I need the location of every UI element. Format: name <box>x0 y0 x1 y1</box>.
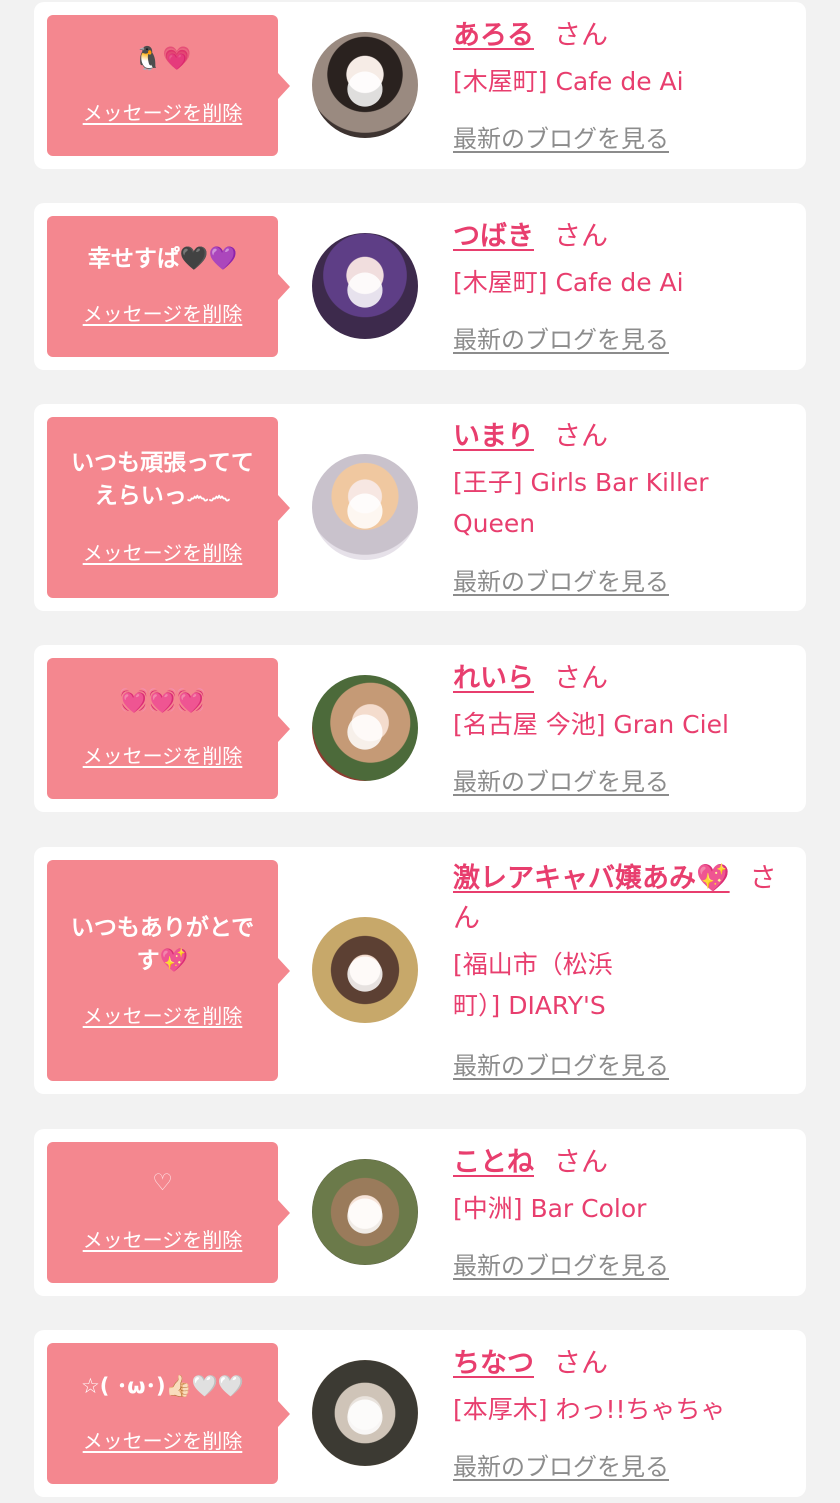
person-photo-icon: ● <box>344 1386 386 1440</box>
person-photo-icon: ● <box>344 259 386 313</box>
avatar[interactable]: ● <box>312 233 418 339</box>
shop-info: [名古屋 今池] Gran Ciel <box>453 710 729 739</box>
message-bubble: ♡ メッセージを削除 <box>47 1142 290 1283</box>
message-text: いつもありがとで す💖 <box>70 915 255 974</box>
shop-info: [木屋町] Cafe de Ai <box>453 268 684 297</box>
message-card: いつもありがとで す💖 メッセージを削除 ● 激レアキャバ嬢あみ💖 さん [福山市… <box>34 847 806 1094</box>
delete-message-link[interactable]: メッセージを削除 <box>47 97 278 126</box>
message-text: ♡ <box>152 1170 173 1196</box>
cast-info: れいら さん [名古屋 今池] Gran Ciel <box>453 659 789 745</box>
honorific: さん <box>554 663 608 694</box>
delete-message-link[interactable]: メッセージを削除 <box>47 537 278 566</box>
delete-message-link[interactable]: メッセージを削除 <box>47 1425 278 1454</box>
avatar[interactable]: ● <box>312 917 418 1023</box>
shop-info: [福山市（松浜 町）] DIARY'S <box>453 950 613 1020</box>
message-text: 💓💓💓 <box>119 688 206 714</box>
latest-blog-link[interactable]: 最新のブログを見る <box>453 762 669 797</box>
latest-blog-link[interactable]: 最新のブログを見る <box>453 119 669 154</box>
avatar[interactable]: ● <box>312 1159 418 1265</box>
message-text: いつも頑張ってて えらいっ෴෴ <box>71 450 254 509</box>
cast-info: ことね さん [中洲] Bar Color <box>453 1143 789 1229</box>
shop-info: [中洲] Bar Color <box>453 1194 647 1223</box>
name-line: ちなつ さん <box>453 1344 789 1384</box>
cast-name-link[interactable]: ことね <box>453 1147 534 1178</box>
avatar[interactable]: ● <box>312 454 418 560</box>
person-photo-icon: ● <box>344 58 386 112</box>
latest-blog-link[interactable]: 最新のブログを見る <box>453 1447 669 1482</box>
person-photo-icon: ● <box>344 480 386 534</box>
message-bubble: ☆( ･ω･)👍🏻🤍🤍 メッセージを削除 <box>47 1343 290 1484</box>
cast-name-link[interactable]: 激レアキャバ嬢あみ💖 <box>453 863 730 894</box>
honorific: さん <box>554 421 608 452</box>
delete-message-link[interactable]: メッセージを削除 <box>47 1224 278 1253</box>
avatar[interactable]: ● <box>312 1360 418 1466</box>
message-card: ♡ メッセージを削除 ● ことね さん [中洲] Bar Color 最新のブログ… <box>34 1129 806 1296</box>
message-bubble: いつもありがとで す💖 メッセージを削除 <box>47 860 290 1081</box>
honorific: さん <box>554 20 608 51</box>
message-card: 🐧💗 メッセージを削除 ● あろる さん [木屋町] Cafe de Ai 最新の… <box>34 2 806 169</box>
latest-blog-link[interactable]: 最新のブログを見る <box>453 320 669 355</box>
cast-name-link[interactable]: いまり <box>453 421 534 452</box>
message-text: ☆( ･ω･)👍🏻🤍🤍 <box>80 1374 245 1398</box>
cast-info: つばき さん [木屋町] Cafe de Ai <box>453 217 789 303</box>
cast-name-link[interactable]: つばき <box>453 221 534 252</box>
avatar[interactable]: ● <box>312 32 418 138</box>
shop-info: [王子] Girls Bar Killer Queen <box>453 468 709 538</box>
latest-blog-link[interactable]: 最新のブログを見る <box>453 562 669 597</box>
cast-info: ちなつ さん [本厚木] わっ!!ちゃちゃ <box>453 1344 789 1430</box>
cast-info: いまり さん [王子] Girls Bar Killer Queen <box>453 417 789 544</box>
cast-info: 激レアキャバ嬢あみ💖 さん [福山市（松浜 町）] DIARY'S <box>453 859 789 1026</box>
avatar[interactable]: ● <box>312 675 418 781</box>
message-bubble: 💓💓💓 メッセージを削除 <box>47 658 290 799</box>
person-photo-icon: ● <box>344 701 386 755</box>
name-line: つばき さん <box>453 217 789 257</box>
message-card: いつも頑張ってて えらいっ෴෴ メッセージを削除 ● いまり さん [王子] Gi… <box>34 404 806 611</box>
latest-blog-link[interactable]: 最新のブログを見る <box>453 1046 669 1081</box>
name-line: れいら さん <box>453 659 789 699</box>
delete-message-link[interactable]: メッセージを削除 <box>47 298 278 327</box>
message-card: 💓💓💓 メッセージを削除 ● れいら さん [名古屋 今池] Gran Ciel … <box>34 645 806 812</box>
honorific: さん <box>554 1348 608 1379</box>
name-line: 激レアキャバ嬢あみ💖 さん <box>453 859 789 939</box>
person-photo-icon: ● <box>344 1185 386 1239</box>
delete-message-link[interactable]: メッセージを削除 <box>47 740 278 769</box>
name-line: あろる さん <box>453 16 789 56</box>
shop-info: [木屋町] Cafe de Ai <box>453 67 684 96</box>
cast-name-link[interactable]: ちなつ <box>453 1348 534 1379</box>
delete-message-link[interactable]: メッセージを削除 <box>47 1000 278 1029</box>
honorific: さん <box>554 1147 608 1178</box>
message-bubble: いつも頑張ってて えらいっ෴෴ メッセージを削除 <box>47 417 290 598</box>
name-line: ことね さん <box>453 1143 789 1183</box>
message-bubble: 幸せすぱ🖤💜 メッセージを削除 <box>47 216 290 357</box>
message-bubble: 🐧💗 メッセージを削除 <box>47 15 290 156</box>
cast-name-link[interactable]: あろる <box>453 20 534 51</box>
message-text: 幸せすぱ🖤💜 <box>87 246 238 272</box>
person-photo-icon: ● <box>344 943 386 997</box>
message-card: ☆( ･ω･)👍🏻🤍🤍 メッセージを削除 ● ちなつ さん [本厚木] わっ!!ち… <box>34 1330 806 1497</box>
name-line: いまり さん <box>453 417 789 457</box>
message-card: 幸せすぱ🖤💜 メッセージを削除 ● つばき さん [木屋町] Cafe de Ai… <box>34 203 806 370</box>
message-text: 🐧💗 <box>133 46 192 72</box>
cast-info: あろる さん [木屋町] Cafe de Ai <box>453 16 789 102</box>
honorific: さん <box>554 221 608 252</box>
cast-name-link[interactable]: れいら <box>453 663 534 694</box>
latest-blog-link[interactable]: 最新のブログを見る <box>453 1246 669 1281</box>
shop-info: [本厚木] わっ!!ちゃちゃ <box>453 1395 726 1424</box>
